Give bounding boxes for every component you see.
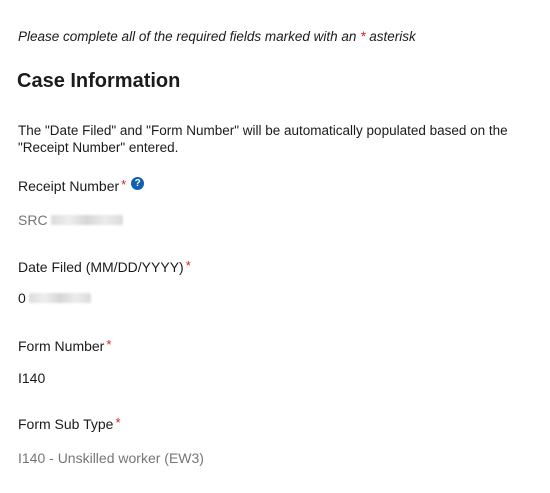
receipt-number-required-asterisk: * [121,176,127,192]
required-note-prefix: Please complete all of the required fiel… [18,29,361,44]
section-title: Case Information [17,70,181,92]
form-number-value: I140 [18,370,46,386]
required-fields-note: Please complete all of the required fiel… [18,29,416,44]
case-information-page: Please complete all of the required fiel… [0,0,550,493]
form-sub-type-label: Form Sub Type * [18,414,121,433]
form-number-label-text: Form Number [18,338,105,354]
date-filed-required-asterisk: * [185,257,191,273]
question-circle-icon[interactable]: ? [131,176,145,190]
redacted-date-filed [28,293,91,303]
receipt-number-value: SRC [18,212,48,228]
receipt-number-label: Receipt Number *? [18,176,145,194]
redacted-receipt-number [50,215,123,225]
receipt-number-label-text: Receipt Number [18,178,120,194]
section-description: The "Date Filed" and "Form Number" will … [18,123,508,155]
required-note-suffix: asterisk [365,29,416,44]
receipt-number-field[interactable]: SRC [18,212,123,228]
date-filed-label: Date Filed (MM/DD/YYYY) * [18,257,191,276]
form-sub-type-label-text: Form Sub Type [18,416,114,432]
form-number-field[interactable]: I140 [18,370,45,386]
date-filed-label-text: Date Filed (MM/DD/YYYY) [18,259,184,275]
form-number-label: Form Number * [18,336,112,355]
form-sub-type-value: I140 - Unskilled worker (EW3) [18,450,204,466]
date-filed-value: 0 [18,290,26,306]
form-number-required-asterisk: * [106,336,112,352]
form-sub-type-field[interactable]: I140 - Unskilled worker (EW3) [18,450,204,466]
date-filed-field[interactable]: 0 [18,290,91,306]
form-sub-type-required-asterisk: * [115,414,121,430]
